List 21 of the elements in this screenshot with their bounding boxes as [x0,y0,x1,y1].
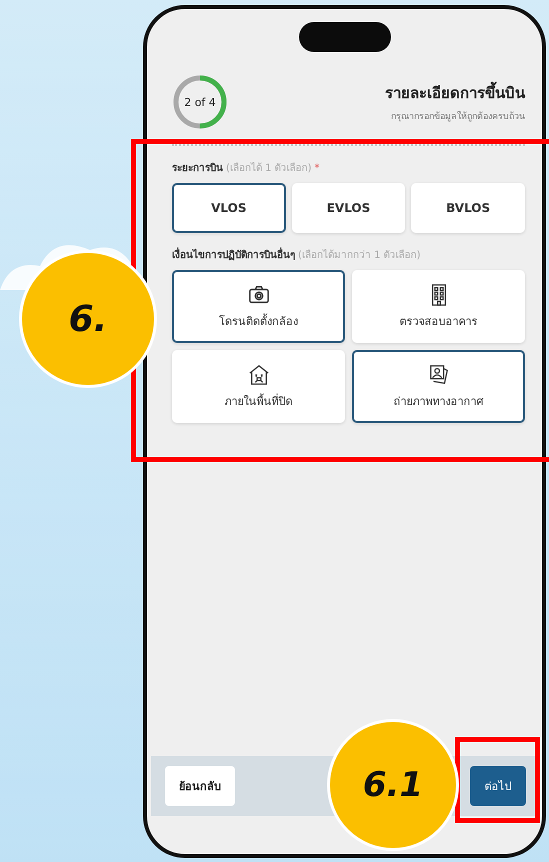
option-button[interactable]: VLOS [172,183,286,233]
next-button[interactable]: ต่อไป [470,766,526,806]
section-label: ระยะการบิน [172,162,223,175]
option-card[interactable]: โดรนติดตั้งกล้อง [172,270,345,343]
page-subtitle: กรุณากรอกข้อมูลให้ถูกต้องครบถ้วน [391,110,525,123]
section-hint: (เลือกได้ 1 ตัวเลือก) [226,161,312,175]
page-title: รายละเอียดการขึ้นบิน [385,81,525,105]
camera-icon [248,284,270,306]
section-label: เงื่อนไขการปฏิบัติการบินอื่นๆ [172,247,295,262]
house-drone-icon [248,364,270,386]
option-button[interactable]: BVLOS [411,183,525,233]
option-button[interactable]: EVLOS [292,183,406,233]
section-hint: (เลือกได้มากกว่า 1 ตัวเลือก) [298,248,421,262]
required-mark: * [314,163,320,174]
back-button[interactable]: ย้อนกลับ [165,766,235,806]
option-card[interactable]: ภายในพื้นที่ปิด [172,350,345,423]
photos-icon [428,364,450,386]
step-badge: 6. [19,250,157,388]
step-counter: 2 of 4 [184,96,216,108]
option-card[interactable]: ถ่ายภาพทางอากาศ [352,350,525,423]
option-card[interactable]: ตรวจสอบอาคาร [352,270,525,343]
